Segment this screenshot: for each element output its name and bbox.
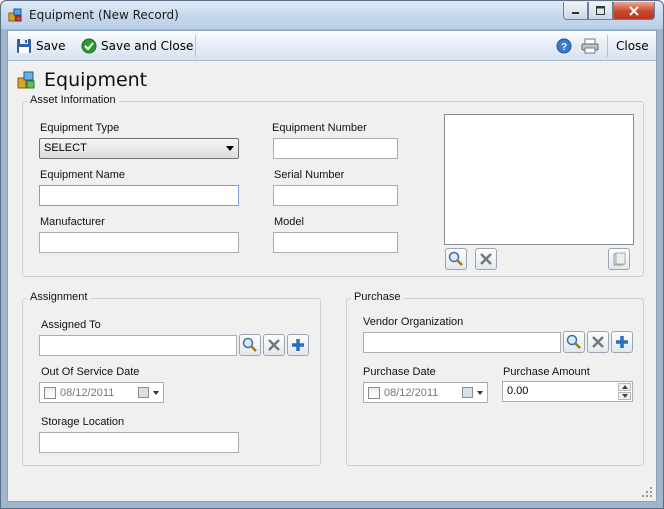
out-of-service-date-checkbox[interactable] (44, 387, 56, 399)
resize-grip-icon[interactable] (641, 486, 653, 498)
calendar-icon (462, 387, 473, 398)
assignment-group: Assignment Assigned To Out Of Service Da… (22, 291, 321, 466)
vendor-organization-input[interactable] (363, 332, 561, 353)
equipment-type-label: Equipment Type (40, 122, 120, 134)
app-icon (8, 8, 22, 22)
maximize-button[interactable] (588, 2, 613, 20)
title-bar[interactable]: Equipment (New Record) (1, 1, 663, 29)
spin-up-button[interactable] (618, 383, 631, 391)
purchase-date-checkbox[interactable] (368, 387, 380, 399)
storage-location-label: Storage Location (41, 416, 125, 428)
vendor-clear-button[interactable] (587, 331, 609, 353)
model-label: Model (274, 216, 304, 228)
page-title: Equipment (44, 69, 148, 91)
group-label: Purchase (351, 291, 404, 303)
image-clear-button[interactable] (475, 248, 497, 270)
assigned-to-add-button[interactable] (287, 334, 309, 356)
chevron-down-icon (153, 391, 159, 395)
plus-icon (292, 339, 304, 351)
serial-number-label: Serial Number (274, 169, 345, 181)
magnifier-icon (242, 337, 257, 352)
equipment-number-label: Equipment Number (272, 122, 367, 134)
save-button[interactable]: Save (16, 37, 65, 55)
assigned-to-lookup-button[interactable] (239, 334, 261, 356)
svg-text:?: ? (561, 42, 567, 53)
manufacturer-label: Manufacturer (40, 216, 105, 228)
equipment-icon (17, 71, 35, 89)
purchase-amount-value: 0.00 (507, 385, 529, 397)
toolbar-separator (607, 35, 608, 57)
spin-down-button[interactable] (618, 392, 631, 400)
toolbar: Save Save and Close ? Close (8, 31, 656, 61)
equipment-name-input[interactable] (39, 185, 239, 206)
out-of-service-date-picker[interactable]: 08/12/2011 (39, 382, 164, 403)
storage-location-input[interactable] (39, 432, 239, 453)
save-label: Save (36, 39, 66, 53)
equipment-type-value: SELECT (44, 142, 87, 154)
assigned-to-input[interactable] (39, 335, 237, 356)
print-button[interactable] (581, 37, 599, 55)
image-icon (613, 252, 626, 266)
assigned-to-clear-button[interactable] (263, 334, 285, 356)
equipment-name-label: Equipment Name (40, 169, 125, 181)
image-lookup-button[interactable] (445, 248, 467, 270)
clear-x-icon (480, 253, 492, 265)
plus-icon (616, 336, 628, 348)
purchase-amount-spinner[interactable] (618, 383, 631, 400)
window-title: Equipment (New Record) (29, 8, 179, 22)
close-icon (629, 5, 639, 16)
save-and-close-button[interactable]: Save and Close (81, 37, 193, 55)
vendor-lookup-button[interactable] (563, 331, 585, 353)
help-button[interactable]: ? (556, 37, 572, 55)
maximize-icon (596, 6, 605, 15)
purchase-amount-input[interactable]: 0.00 (502, 381, 633, 402)
chevron-down-icon (226, 146, 234, 151)
save-and-close-label: Save and Close (101, 39, 194, 53)
magnifier-icon (448, 251, 463, 266)
equipment-type-select[interactable]: SELECT (39, 138, 239, 159)
minimize-icon (572, 12, 579, 14)
close-button[interactable]: Close (616, 37, 649, 55)
purchase-date-picker[interactable]: 08/12/2011 (363, 382, 488, 403)
chevron-down-icon (477, 391, 483, 395)
out-of-service-date-label: Out Of Service Date (41, 366, 140, 378)
assigned-to-label: Assigned To (41, 319, 101, 331)
purchase-group: Purchase Vendor Organization Purchase Da… (346, 291, 644, 466)
form-client-area: Save Save and Close ? Close Equipment As… (7, 30, 657, 502)
toolbar-separator (195, 35, 196, 57)
purchase-date-value: 08/12/2011 (384, 387, 439, 399)
group-label: Assignment (27, 291, 91, 303)
status-bar (8, 479, 656, 501)
purchase-date-label: Purchase Date (363, 366, 436, 378)
help-icon: ? (556, 38, 572, 54)
clear-x-icon (592, 336, 604, 348)
minimize-button[interactable] (563, 2, 588, 20)
clear-x-icon (268, 339, 280, 351)
chevron-down-icon (621, 394, 628, 398)
image-view-button[interactable] (608, 248, 630, 270)
group-label: Asset Information (27, 94, 119, 106)
window-close-button[interactable] (613, 2, 655, 20)
floppy-disk-icon (17, 39, 31, 53)
equipment-number-input[interactable] (273, 138, 398, 159)
close-label: Close (616, 39, 649, 53)
printer-icon (581, 38, 599, 54)
equipment-image-box[interactable] (444, 114, 634, 245)
page-heading: Equipment (16, 68, 147, 92)
out-of-service-date-value: 08/12/2011 (60, 387, 115, 399)
asset-information-group: Asset Information Equipment Type SELECT … (22, 94, 644, 277)
serial-number-input[interactable] (273, 185, 398, 206)
window: Equipment (New Record) Save Save and Clo… (0, 0, 664, 509)
vendor-organization-label: Vendor Organization (363, 316, 464, 328)
purchase-amount-label: Purchase Amount (503, 366, 590, 378)
magnifier-icon (566, 334, 581, 349)
manufacturer-input[interactable] (39, 232, 239, 253)
vendor-add-button[interactable] (611, 331, 633, 353)
model-input[interactable] (273, 232, 398, 253)
green-check-icon (81, 38, 97, 54)
chevron-up-icon (621, 385, 628, 389)
calendar-icon (138, 387, 149, 398)
